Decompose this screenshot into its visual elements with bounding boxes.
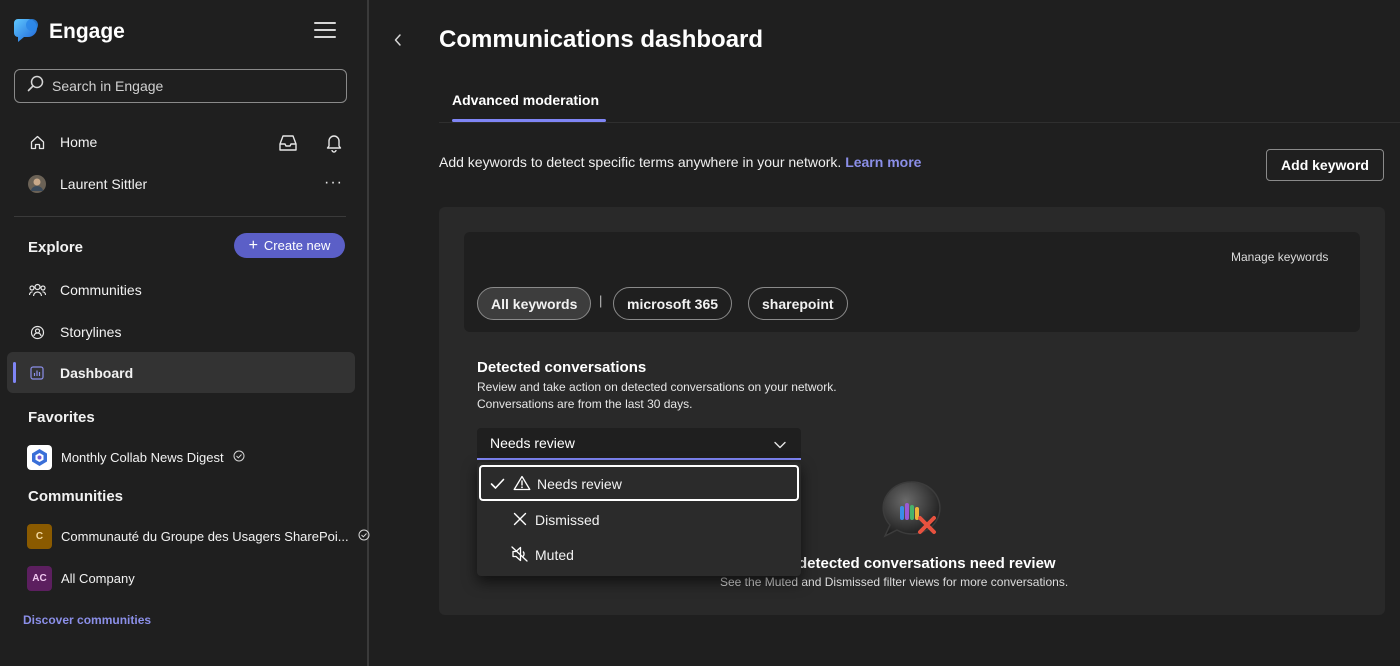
verified-icon: [233, 450, 245, 465]
status-filter-menu: Needs review Dismissed Muted: [477, 462, 801, 576]
option-needs-review-label: Needs review: [537, 476, 622, 492]
nav-communities-label: Communities: [60, 282, 142, 298]
add-keyword-button[interactable]: Add keyword: [1266, 149, 1384, 181]
option-dismissed-label: Dismissed: [535, 512, 600, 528]
section-divider: [14, 216, 346, 217]
detected-conversations-title: Detected conversations: [477, 359, 647, 376]
community-item[interactable]: AC All Company: [27, 566, 135, 591]
discover-communities-link[interactable]: Discover communities: [23, 613, 151, 627]
community-avatar: AC: [27, 566, 52, 591]
chip-sharepoint[interactable]: sharepoint: [748, 287, 848, 320]
nav-dashboard-label: Dashboard: [60, 365, 134, 381]
inbox-icon[interactable]: [277, 132, 299, 154]
chevron-down-icon: [773, 437, 787, 453]
communities-heading: Communities: [28, 488, 124, 505]
learn-more-link[interactable]: Learn more: [845, 154, 921, 170]
empty-state-title: detected conversations need review: [798, 555, 1056, 572]
community-item[interactable]: C Communauté du Groupe des Usagers Share…: [27, 524, 370, 549]
search-icon: [27, 75, 44, 97]
plus-icon: +: [248, 236, 258, 254]
sidebar-divider: [367, 0, 369, 666]
avatar: [28, 175, 46, 193]
app-title: Engage: [49, 20, 125, 43]
nav-home[interactable]: Home: [28, 133, 97, 151]
tab-active-indicator: [452, 119, 606, 122]
tab-bar-divider: [439, 122, 1400, 123]
community-avatar: C: [27, 524, 52, 549]
option-muted[interactable]: Muted: [477, 536, 801, 572]
people-icon: [28, 281, 46, 299]
warning-icon: [513, 475, 531, 494]
active-indicator: [13, 362, 16, 383]
search-box[interactable]: [14, 69, 347, 103]
option-needs-review[interactable]: Needs review: [479, 465, 799, 501]
verified-icon: [358, 529, 370, 544]
community-item-label: Communauté du Groupe des Usagers SharePo…: [61, 529, 349, 544]
search-input[interactable]: [52, 78, 322, 94]
detected-line-1: Review and take action on detected conve…: [477, 380, 837, 394]
explore-heading: Explore: [28, 239, 84, 256]
page-title: Communications dashboard: [439, 26, 764, 53]
community-item-label: All Company: [61, 571, 135, 586]
checkmark-icon: [490, 477, 505, 493]
favorites-heading: Favorites: [28, 409, 95, 426]
chip-all-keywords[interactable]: All keywords: [477, 287, 592, 320]
community-logo-icon: [27, 445, 52, 470]
empty-state-illustration-icon: [880, 480, 942, 540]
status-filter-dropdown[interactable]: Needs review: [477, 428, 801, 460]
speaker-muted-icon: [511, 546, 529, 565]
chip-microsoft-365[interactable]: microsoft 365: [613, 287, 733, 320]
create-new-label: Create new: [263, 238, 331, 253]
chip-separator: |: [599, 293, 603, 308]
option-dismissed[interactable]: Dismissed: [477, 501, 801, 537]
app-brand[interactable]: Engage: [14, 16, 125, 48]
back-chevron-icon[interactable]: [388, 30, 408, 50]
favorite-item-label: Monthly Collab News Digest: [61, 450, 224, 465]
favorite-item[interactable]: Monthly Collab News Digest: [27, 445, 245, 470]
engage-logo-icon: [14, 16, 41, 48]
keywords-description: Add keywords to detect specific terms an…: [439, 154, 921, 170]
nav-user-label: Laurent Sittler: [60, 176, 148, 192]
storyline-icon: [28, 323, 46, 341]
create-new-button[interactable]: + Create new: [234, 233, 345, 258]
nav-storylines[interactable]: Storylines: [28, 323, 121, 341]
dashboard-icon: [28, 364, 46, 382]
description-text: Add keywords to detect specific terms an…: [439, 154, 842, 170]
bell-icon[interactable]: [323, 132, 345, 154]
home-icon: [28, 133, 46, 151]
nav-user[interactable]: Laurent Sittler: [28, 175, 147, 193]
empty-state-subtitle: See the Muted and Dismissed filter views…: [720, 575, 1069, 589]
detected-conversations-subtitle: Review and take action on detected conve…: [477, 379, 837, 413]
detected-line-2: Conversations are from the last 30 days.: [477, 397, 693, 411]
status-filter-value: Needs review: [490, 435, 575, 451]
nav-home-label: Home: [60, 134, 98, 150]
option-muted-label: Muted: [535, 547, 574, 563]
menu-icon[interactable]: [314, 22, 336, 40]
tab-advanced-moderation[interactable]: Advanced moderation: [452, 92, 599, 108]
dismiss-x-icon: [513, 512, 527, 529]
nav-storylines-label: Storylines: [60, 324, 122, 340]
keywords-panel: [464, 232, 1360, 332]
nav-dashboard[interactable]: Dashboard: [28, 364, 133, 382]
more-options-icon[interactable]: ···: [324, 174, 343, 192]
manage-keywords-link[interactable]: Manage keywords: [1231, 250, 1328, 264]
nav-communities[interactable]: Communities: [28, 281, 142, 299]
